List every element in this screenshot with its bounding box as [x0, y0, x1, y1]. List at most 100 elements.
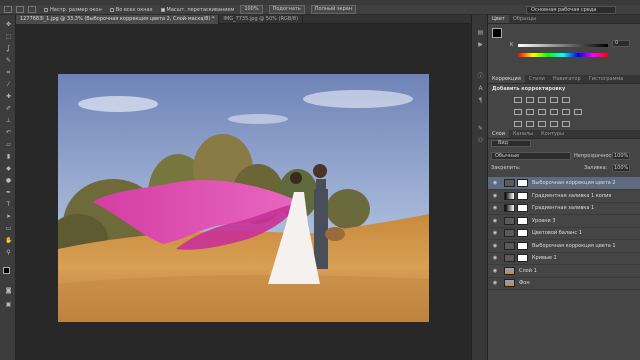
layer-row[interactable]: ◉ Выборочная коррекция цвета 1: [488, 240, 640, 253]
posterize-icon[interactable]: [526, 121, 534, 127]
threshold-icon[interactable]: [538, 121, 546, 127]
history-brush-icon[interactable]: ↶: [5, 129, 12, 136]
screen-mode-icon[interactable]: ▣: [5, 301, 12, 308]
tab-navigator[interactable]: Навигатор: [549, 75, 585, 83]
path-select-icon[interactable]: ➤: [5, 213, 12, 220]
color-lookup-icon[interactable]: [574, 109, 582, 115]
tab-histogram[interactable]: Гистограмма: [585, 75, 628, 83]
zoom-tool-icon[interactable]: ⚲: [5, 249, 12, 256]
layer-mask-thumbnail[interactable]: [517, 241, 528, 250]
layer-row[interactable]: ◉ Цветовой баланс 1: [488, 227, 640, 240]
paragraph-panel-icon[interactable]: ¶: [476, 97, 485, 105]
black-white-icon[interactable]: [538, 109, 546, 115]
layer-mask-thumbnail[interactable]: [517, 204, 528, 212]
layer-mask-thumbnail[interactable]: [517, 229, 528, 237]
visibility-eye-icon[interactable]: ◉: [492, 180, 498, 186]
layer-row[interactable]: ◉ Слой 1: [488, 265, 640, 278]
layer-mask-thumbnail[interactable]: [517, 179, 528, 187]
all-windows-checkbox[interactable]: Во всех окнах: [109, 7, 153, 13]
k-slider[interactable]: [518, 44, 608, 47]
scrubby-zoom-checkbox[interactable]: Масшт. перетаскиванием: [160, 7, 234, 13]
lasso-tool-icon[interactable]: ʆ: [5, 45, 12, 52]
layer-filter-kind[interactable]: Вид: [491, 140, 531, 147]
visibility-eye-icon[interactable]: ◉: [492, 218, 498, 224]
brush-panel-icon[interactable]: ✎: [476, 125, 485, 133]
curves-icon[interactable]: [538, 97, 546, 103]
crop-tool-icon[interactable]: ⌗: [5, 69, 12, 76]
fill-field[interactable]: 100%: [612, 164, 630, 172]
tab-styles[interactable]: Стили: [525, 75, 549, 83]
blend-mode-select[interactable]: Обычные: [491, 152, 571, 160]
document-tab[interactable]: IMG_7735.jpg @ 50% (RGB/8): [219, 15, 304, 24]
info-panel-icon[interactable]: ⓘ: [476, 73, 485, 81]
hue-saturation-icon[interactable]: [514, 109, 522, 115]
type-tool-icon[interactable]: T: [5, 201, 12, 208]
tab-paths[interactable]: Контуры: [537, 130, 568, 138]
quick-mask-icon[interactable]: ◙: [5, 287, 12, 294]
tab-adjustments[interactable]: Коррекция: [488, 75, 525, 83]
hand-tool-icon[interactable]: ✋: [5, 237, 12, 244]
exposure-icon[interactable]: [550, 97, 558, 103]
channel-mixer-icon[interactable]: [562, 109, 570, 115]
layer-row[interactable]: ◉ Выборочная коррекция цвета 2: [488, 177, 640, 190]
history-panel-icon[interactable]: ▤: [476, 29, 485, 37]
tab-swatches[interactable]: Образцы: [509, 15, 540, 23]
visibility-eye-icon[interactable]: ◉: [492, 255, 498, 261]
visibility-eye-icon[interactable]: ◉: [492, 193, 498, 199]
eyedropper-icon[interactable]: ⁄: [5, 81, 12, 88]
shape-tool-icon[interactable]: ▭: [5, 225, 12, 232]
zoom-out-icon[interactable]: [28, 6, 36, 13]
clone-source-icon[interactable]: ⚇: [476, 137, 485, 145]
blur-tool-icon[interactable]: ◆: [5, 165, 12, 172]
full-screen-button[interactable]: Полный экран: [310, 5, 357, 14]
eraser-tool-icon[interactable]: ▱: [5, 141, 12, 148]
visibility-eye-icon[interactable]: ◉: [492, 205, 498, 211]
photo-filter-icon[interactable]: [550, 109, 558, 115]
k-value-field[interactable]: 0: [612, 40, 630, 47]
quick-select-icon[interactable]: ✎: [5, 57, 12, 64]
tab-channels[interactable]: Каналы: [509, 130, 537, 138]
color-foreground-swatch[interactable]: [492, 28, 502, 38]
brush-tool-icon[interactable]: ✐: [5, 105, 12, 112]
zoom-100-button[interactable]: 100%: [240, 5, 263, 14]
gradient-tool-icon[interactable]: ▮: [5, 153, 12, 160]
clone-stamp-icon[interactable]: ⊥: [5, 117, 12, 124]
layer-row[interactable]: ◉ Градиентная заливка 1: [488, 202, 640, 215]
layer-row[interactable]: ◉ Кривые 1: [488, 252, 640, 265]
foreground-color-swatch[interactable]: [3, 267, 10, 274]
document-image[interactable]: [58, 74, 429, 322]
layer-row[interactable]: ◉ Фон: [488, 277, 640, 290]
levels-icon[interactable]: [526, 97, 534, 103]
selective-color-icon[interactable]: [562, 121, 570, 127]
healing-brush-icon[interactable]: ✚: [5, 93, 12, 100]
zoom-tool-icon[interactable]: [4, 6, 12, 13]
layer-row[interactable]: ◉ Уровни 3: [488, 215, 640, 228]
layer-mask-thumbnail[interactable]: [517, 191, 528, 200]
pen-tool-icon[interactable]: ✒: [5, 189, 12, 196]
actions-panel-icon[interactable]: ▶: [476, 41, 485, 49]
document-tab-active[interactable]: 1277683l_1.jpg @ 33,3% (Выборочная корре…: [16, 15, 220, 24]
visibility-eye-icon[interactable]: ◉: [492, 280, 498, 286]
brightness-contrast-icon[interactable]: [514, 97, 522, 103]
tab-layers[interactable]: Слои: [488, 130, 509, 138]
resize-windows-checkbox[interactable]: Настр. размер окон: [44, 7, 102, 13]
layer-mask-thumbnail[interactable]: [517, 254, 528, 262]
invert-icon[interactable]: [514, 121, 522, 127]
visibility-eye-icon[interactable]: ◉: [492, 268, 498, 274]
marquee-tool-icon[interactable]: ⬚: [5, 33, 12, 40]
vibrance-icon[interactable]: [562, 97, 570, 103]
fit-screen-button[interactable]: Подогнать: [268, 5, 305, 14]
layer-row[interactable]: ◉ Градиентная заливка 1 копия: [488, 190, 640, 203]
visibility-eye-icon[interactable]: ◉: [492, 243, 498, 249]
gradient-map-icon[interactable]: [550, 121, 558, 127]
workspace-select[interactable]: Основная рабочая среда: [526, 6, 616, 14]
color-balance-icon[interactable]: [526, 109, 534, 115]
opacity-field[interactable]: 100%: [612, 152, 630, 160]
zoom-in-icon[interactable]: [16, 6, 24, 13]
color-ramp[interactable]: [518, 53, 608, 57]
layer-mask-thumbnail[interactable]: [517, 216, 528, 225]
character-panel-icon[interactable]: A: [476, 85, 485, 93]
move-tool-icon[interactable]: ✥: [5, 21, 12, 28]
visibility-eye-icon[interactable]: ◉: [492, 230, 498, 236]
dodge-tool-icon[interactable]: ●: [5, 177, 12, 184]
